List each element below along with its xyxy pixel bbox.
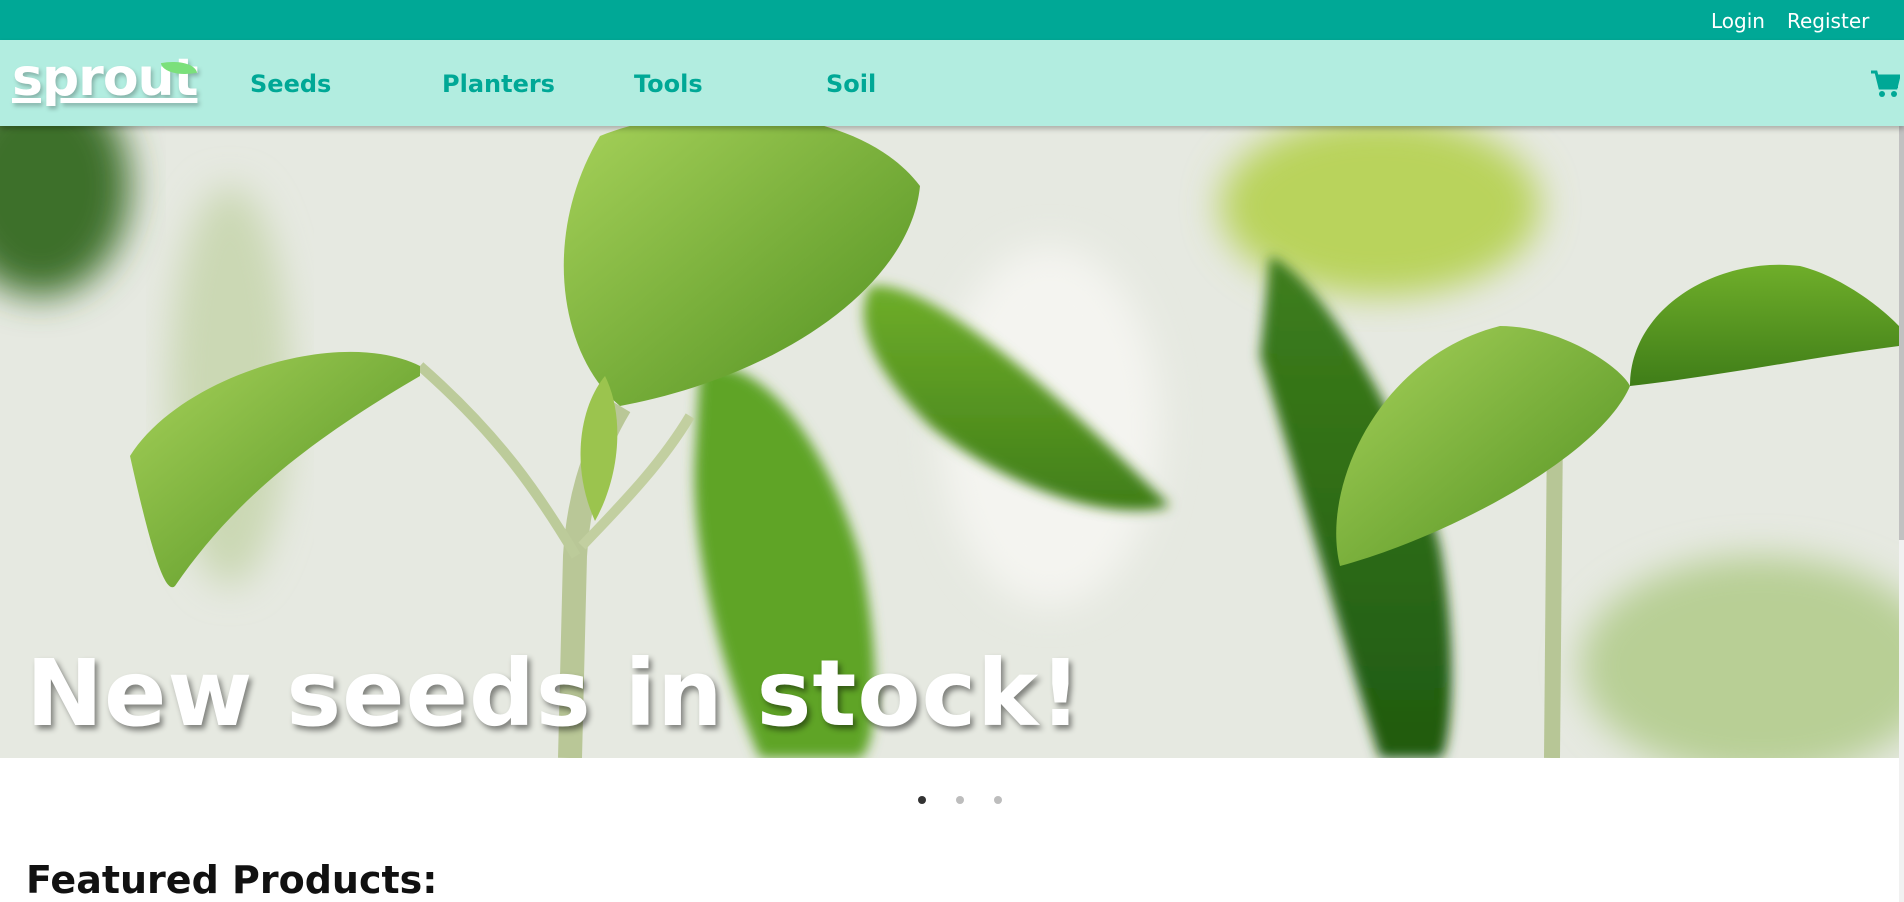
shopping-cart-icon[interactable]	[1870, 68, 1901, 100]
featured-products-heading: Featured Products:	[26, 858, 438, 902]
top-utility-bar: Login Register	[0, 0, 1904, 40]
hero-caption: New seeds in stock!	[26, 640, 1083, 747]
hero-carousel[interactable]: New seeds in stock!	[0, 126, 1899, 758]
logo-text: sprout	[12, 48, 198, 108]
page-scrollbar[interactable]	[1899, 40, 1904, 902]
nav-item-soil[interactable]: Soil	[826, 70, 876, 98]
nav-item-seeds[interactable]: Seeds	[250, 70, 331, 98]
nav-item-planters[interactable]: Planters	[442, 70, 555, 98]
login-link[interactable]: Login	[1711, 9, 1765, 33]
main-navbar: sprout Seeds Planters Tools Soil	[0, 40, 1904, 126]
sprout-logo[interactable]: sprout	[12, 48, 198, 108]
register-link[interactable]: Register	[1787, 9, 1869, 33]
page: Login Register sprout Seeds Planters Too…	[0, 0, 1904, 902]
carousel-dot-1[interactable]	[918, 796, 926, 804]
nav-item-tools[interactable]: Tools	[634, 70, 703, 98]
carousel-dot-2[interactable]	[956, 796, 964, 804]
carousel-dot-3[interactable]	[994, 796, 1002, 804]
